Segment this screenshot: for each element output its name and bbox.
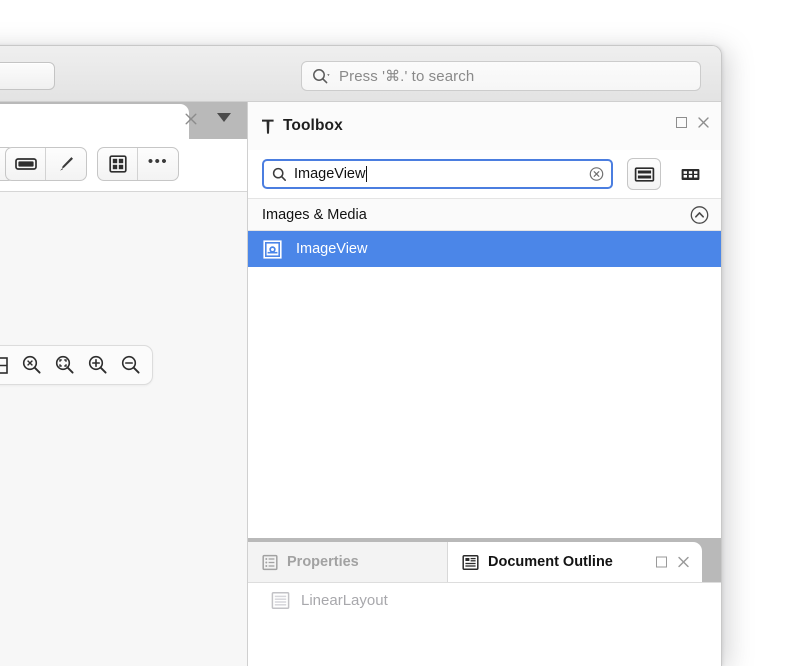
toolbox-search-input[interactable]: ImageView	[262, 159, 613, 189]
editor-tabstrip: .axml	[0, 102, 247, 139]
more-options-label: •••	[148, 154, 168, 174]
bottom-panel-tabstrip: Properties Document Outline	[248, 538, 721, 582]
chevron-down-icon[interactable]	[217, 113, 231, 122]
more-options-icon[interactable]: •••	[138, 148, 178, 180]
zoom-fit-icon[interactable]	[18, 351, 46, 379]
toolbox-search-row: ImageView	[248, 150, 721, 198]
outline-icon	[462, 554, 479, 571]
outline-row-label: LinearLayout	[301, 592, 388, 609]
toolbox-item-label: ImageView	[296, 241, 367, 257]
toolbox-category-images-media[interactable]: Images & Media	[248, 198, 721, 231]
tab-properties[interactable]: Properties	[248, 542, 448, 582]
outline-row-linearlayout[interactable]: LinearLayout	[248, 583, 721, 617]
tab-document-outline[interactable]: Document Outline	[448, 542, 702, 582]
grid-icon[interactable]	[98, 148, 138, 180]
close-icon[interactable]	[677, 556, 690, 569]
toolbar-left-button[interactable]	[0, 62, 55, 90]
zoom-actual-icon[interactable]	[51, 351, 79, 379]
tab-document-outline-label: Document Outline	[488, 554, 613, 570]
toolbox-item-imageview[interactable]: ImageView	[248, 231, 721, 267]
grid-view-icon[interactable]	[673, 158, 707, 190]
toolbox-header-actions	[676, 116, 710, 129]
hammer-icon	[260, 117, 276, 135]
search-icon	[312, 68, 331, 84]
zoom-in-icon[interactable]	[84, 351, 112, 379]
editor-pane: .axml	[0, 102, 247, 666]
text-caret	[366, 166, 367, 182]
toolbox-view-toggle	[627, 158, 707, 190]
search-icon	[272, 167, 287, 182]
application-window: Press '⌘.' to search .axml	[0, 45, 722, 666]
toolbox-category-label: Images & Media	[262, 207, 367, 223]
bottom-panel-tab-actions	[656, 556, 690, 569]
editor-tab-axml[interactable]: .axml	[0, 104, 189, 139]
editor-toolbar-group-2	[5, 147, 87, 181]
tab-properties-label: Properties	[287, 554, 359, 570]
zoom-out-icon[interactable]	[117, 351, 145, 379]
maximize-icon[interactable]	[676, 117, 687, 128]
imageview-icon	[262, 239, 282, 259]
theme-icon[interactable]	[6, 148, 46, 180]
linearlayout-icon	[270, 590, 290, 610]
canvas-zoom-toolbar	[0, 345, 153, 385]
screen-root: Press '⌘.' to search .axml	[0, 0, 800, 599]
properties-icon	[262, 554, 278, 571]
layout-split-icon[interactable]	[0, 351, 13, 379]
toolbox-panel: Toolbox	[247, 102, 721, 538]
clear-circle-icon[interactable]	[589, 167, 604, 182]
document-outline-body: LinearLayout	[248, 582, 721, 666]
toolbox-title: Toolbox	[283, 117, 343, 135]
editor-toolbar: •••	[0, 139, 247, 192]
bottom-panel: Properties Document Outline	[247, 538, 721, 666]
toolbox-list-empty-area	[248, 267, 721, 449]
brush-icon[interactable]	[46, 148, 86, 180]
editor-toolbar-group-3: •••	[97, 147, 179, 181]
global-search-placeholder: Press '⌘.' to search	[339, 67, 474, 85]
toolbox-search-value: ImageView	[294, 166, 365, 182]
maximize-icon[interactable]	[656, 557, 667, 568]
close-icon[interactable]	[697, 116, 710, 129]
global-search-field[interactable]: Press '⌘.' to search	[301, 61, 701, 91]
toolbox-header: Toolbox	[248, 102, 721, 150]
list-view-icon[interactable]	[627, 158, 661, 190]
window-toolbar: Press '⌘.' to search	[0, 46, 721, 102]
close-icon[interactable]	[183, 111, 199, 127]
design-canvas[interactable]	[0, 192, 247, 666]
chevron-up-circle-icon[interactable]	[690, 205, 709, 224]
